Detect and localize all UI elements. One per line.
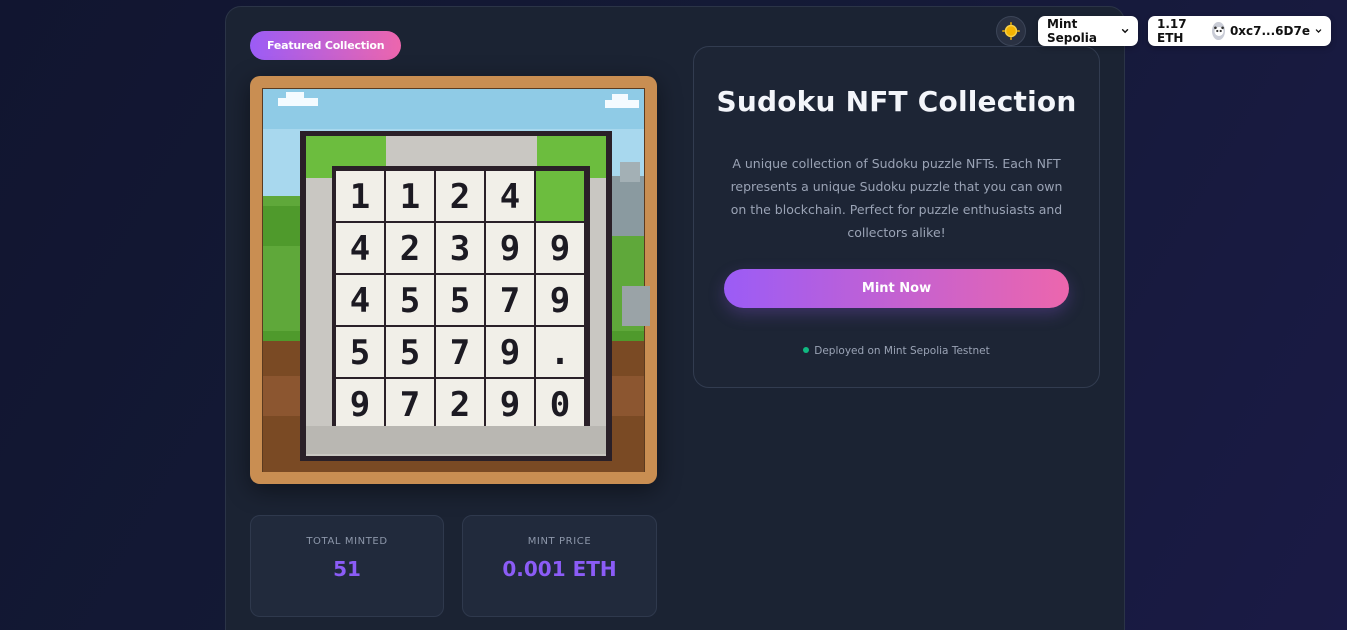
collection-title: Sudoku NFT Collection xyxy=(716,85,1077,118)
deployment-status-text: Deployed on Mint Sepolia Testnet xyxy=(814,345,990,357)
total-minted-label: TOTAL MINTED xyxy=(306,536,388,547)
sudoku-digit: 2 xyxy=(450,177,470,217)
theme-toggle-button[interactable] xyxy=(996,16,1026,46)
account-button[interactable]: 1.17 ETH 0xc7...6D7e xyxy=(1148,16,1331,46)
sudoku-digit: 9 xyxy=(350,385,370,425)
sudoku-digit: 4 xyxy=(350,281,370,321)
featured-badge: Featured Collection xyxy=(250,31,402,60)
chevron-down-icon xyxy=(1315,29,1322,33)
mint-price-value: 0.001 ETH xyxy=(502,557,617,581)
sun-icon xyxy=(1002,22,1020,40)
sudoku-digit: 2 xyxy=(450,385,470,425)
sudoku-digit: 4 xyxy=(350,229,370,269)
status-dot-icon xyxy=(803,347,810,353)
sudoku-digit: 9 xyxy=(550,229,570,269)
sudoku-digit: 9 xyxy=(500,229,520,269)
sudoku-digit: 0 xyxy=(550,385,570,425)
avatar xyxy=(1212,22,1225,40)
collection-info-panel: Sudoku NFT Collection A unique collectio… xyxy=(693,46,1100,388)
sudoku-digit: 5 xyxy=(400,281,420,321)
sudoku-digit: 2 xyxy=(400,229,420,269)
deployment-status: Deployed on Mint Sepolia Testnet xyxy=(694,345,1099,357)
sudoku-digit: 1 xyxy=(400,177,420,217)
panda-avatar-icon xyxy=(1213,26,1224,36)
wallet-address: 0xc7...6D7e xyxy=(1229,24,1310,38)
sudoku-digit: 7 xyxy=(500,281,520,321)
total-minted-value: 51 xyxy=(333,557,361,581)
sudoku-digit: 9 xyxy=(500,385,520,425)
sudoku-digit: 9 xyxy=(550,281,570,321)
sudoku-digit: . xyxy=(550,333,570,373)
collection-description: A unique collection of Sudoku puzzle NFT… xyxy=(730,156,1063,240)
sudoku-cell xyxy=(536,171,584,221)
wallet-balance: 1.17 ETH xyxy=(1157,17,1187,45)
sudoku-digit: 9 xyxy=(500,333,520,373)
sudoku-digit: 1 xyxy=(350,177,370,217)
mint-now-button[interactable]: Mint Now xyxy=(724,269,1069,308)
sudoku-digit: 5 xyxy=(400,333,420,373)
chevron-down-icon xyxy=(1121,29,1129,34)
mint-price-card: MINT PRICE 0.001 ETH xyxy=(462,515,657,617)
sudoku-digit: 5 xyxy=(450,281,470,321)
network-label: Mint Sepolia xyxy=(1047,17,1097,45)
mint-price-label: MINT PRICE xyxy=(527,536,592,547)
sudoku-digit: 3 xyxy=(450,229,470,269)
sudoku-digit: 7 xyxy=(450,333,470,373)
nft-artwork: 112442399455795579.97290 xyxy=(250,76,657,484)
total-minted-card: TOTAL MINTED 51 xyxy=(250,515,444,617)
network-selector[interactable]: Mint Sepolia xyxy=(1038,16,1138,46)
sudoku-digit: 7 xyxy=(400,385,420,425)
sudoku-digit: 5 xyxy=(350,333,370,373)
sudoku-digit: 4 xyxy=(500,177,520,217)
